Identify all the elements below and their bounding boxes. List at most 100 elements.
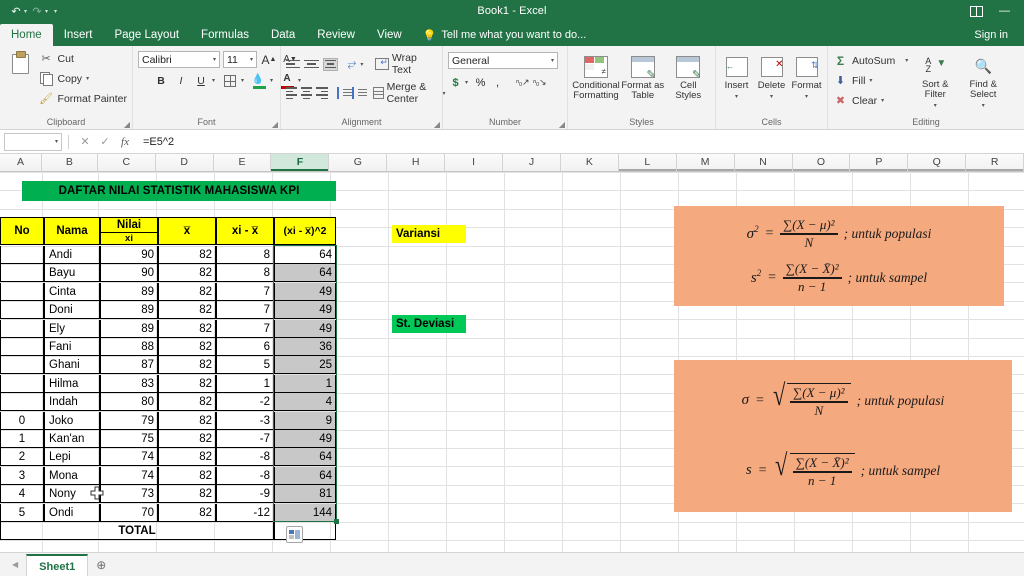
cell-nilai[interactable]: 75	[100, 430, 158, 449]
number-format-select[interactable]: General ▾	[448, 52, 558, 69]
cell-no[interactable]	[0, 264, 44, 283]
sheet-tab-sheet1[interactable]: Sheet1	[26, 553, 89, 576]
cell-nama[interactable]: Fani	[44, 338, 100, 357]
cell-nilai[interactable]: 80	[100, 393, 158, 412]
cell-sq[interactable]: 64	[274, 246, 336, 265]
cell-mean[interactable]: 82	[158, 356, 216, 375]
insert-cells-button[interactable]: Insert ▾	[721, 52, 752, 102]
tell-me-search[interactable]: 💡 Tell me what you want to do...	[413, 24, 587, 46]
cell-mean[interactable]: 82	[158, 301, 216, 320]
cell-sq[interactable]: 144	[274, 504, 336, 523]
column-header-M[interactable]: M	[676, 154, 735, 171]
cell-mean[interactable]: 82	[158, 504, 216, 523]
fill-color-caret-icon[interactable]: ▾	[270, 77, 273, 84]
align-center-icon[interactable]	[301, 87, 313, 100]
sheet-nav-arrows[interactable]: ◀	[4, 560, 26, 569]
align-right-icon[interactable]	[316, 87, 328, 100]
accounting-format-button[interactable]: $	[448, 74, 463, 91]
cell-dev[interactable]: -8	[216, 448, 274, 467]
name-box[interactable]: ▾	[4, 132, 62, 151]
table-header-nilai[interactable]: Nilai	[100, 217, 158, 233]
tab-home[interactable]: Home	[0, 24, 53, 46]
cell-nama[interactable]: Doni	[44, 301, 100, 320]
column-header-P[interactable]: P	[850, 154, 909, 171]
font-size-input[interactable]: 11 ▾	[223, 51, 257, 68]
quick-access-toolbar[interactable]: ↶ ▾ ↷ ▾ ▾	[0, 3, 57, 19]
cell-nilai[interactable]: 83	[100, 375, 158, 394]
add-sheet-icon[interactable]: ⊕	[88, 558, 114, 572]
cell-nilai[interactable]: 88	[100, 338, 158, 357]
cell-mean[interactable]: 82	[158, 430, 216, 449]
table-header-nama[interactable]: Nama	[44, 217, 100, 245]
find-select-button[interactable]: 🔍 Find & Select ▾	[962, 51, 1004, 111]
total-label-cell[interactable]: TOTAL	[0, 522, 274, 541]
redo-icon[interactable]: ↷	[29, 3, 45, 19]
cell-nama[interactable]: Bayu	[44, 264, 100, 283]
font-dialog-launcher-icon[interactable]: ◢	[272, 120, 278, 129]
copy-button[interactable]: Copy ▾	[39, 70, 127, 87]
table-header-sq[interactable]: (xi - x̅)^2	[274, 217, 336, 245]
cell-dev[interactable]: -7	[216, 430, 274, 449]
cell-nama[interactable]: Mona	[44, 467, 100, 486]
cell-dev[interactable]: 7	[216, 301, 274, 320]
tab-data[interactable]: Data	[260, 24, 306, 46]
cell-no[interactable]: 5	[0, 504, 44, 523]
tab-insert[interactable]: Insert	[53, 24, 104, 46]
cell-nama[interactable]: Joko	[44, 412, 100, 431]
cell-dev[interactable]: -8	[216, 467, 274, 486]
underline-caret-icon[interactable]: ▾	[212, 77, 215, 84]
borders-caret-icon[interactable]: ▾	[241, 77, 244, 84]
cell-mean[interactable]: 82	[158, 393, 216, 412]
cell-nilai[interactable]: 73	[100, 485, 158, 504]
cell-dev[interactable]: -2	[216, 393, 274, 412]
cell-nama[interactable]: Ely	[44, 320, 100, 339]
cell-sq[interactable]: 1	[274, 375, 336, 394]
cell-nilai[interactable]: 90	[100, 264, 158, 283]
cell-sq[interactable]: 64	[274, 467, 336, 486]
cell-sq[interactable]: 49	[274, 301, 336, 320]
cell-nama[interactable]: Nony	[44, 485, 100, 504]
cell-sq[interactable]: 64	[274, 264, 336, 283]
redo-dropdown-caret[interactable]: ▾	[45, 8, 48, 15]
cell-no[interactable]	[0, 301, 44, 320]
column-header-N[interactable]: N	[734, 154, 793, 171]
autosum-caret-icon[interactable]: ▾	[905, 57, 908, 64]
tab-page-layout[interactable]: Page Layout	[103, 24, 190, 46]
font-name-caret-icon[interactable]: ▾	[213, 56, 216, 63]
cell-dev[interactable]: 8	[216, 246, 274, 265]
undo-dropdown-caret[interactable]: ▾	[24, 8, 27, 15]
cell-dev[interactable]: -9	[216, 485, 274, 504]
cell-nilai[interactable]: 79	[100, 412, 158, 431]
cell-mean[interactable]: 82	[158, 485, 216, 504]
column-header-R[interactable]: R	[966, 154, 1024, 171]
cell-nilai[interactable]: 70	[100, 504, 158, 523]
cell-nama[interactable]: Hilma	[44, 375, 100, 394]
column-header-C[interactable]: C	[97, 154, 156, 171]
column-header-B[interactable]: B	[41, 154, 98, 171]
cell-sq[interactable]: 81	[274, 485, 336, 504]
table-subheader-xi[interactable]: xi	[100, 233, 158, 245]
cell-nama[interactable]: Ondi	[44, 504, 100, 523]
number-dialog-launcher-icon[interactable]: ◢	[559, 120, 565, 129]
cell-no[interactable]	[0, 338, 44, 357]
fill-color-button[interactable]: 💧	[250, 72, 268, 89]
fill-caret-icon[interactable]: ▾	[869, 77, 872, 84]
quick-analysis-button[interactable]	[286, 526, 303, 543]
column-header-H[interactable]: H	[387, 154, 446, 171]
sheet-nav-prev-icon[interactable]: ◀	[12, 560, 18, 569]
total-value-cell[interactable]	[274, 522, 336, 541]
orientation-caret-icon[interactable]: ▾	[360, 61, 363, 68]
font-size-caret-icon[interactable]: ▾	[250, 56, 253, 63]
number-format-caret-icon[interactable]: ▾	[551, 57, 554, 64]
copy-caret-icon[interactable]: ▾	[86, 75, 89, 82]
increase-decimal-icon[interactable]: ⁿ₀↗	[515, 74, 530, 91]
conditional-formatting-button[interactable]: ≠ Conditional Formatting	[572, 52, 620, 101]
align-bottom-icon[interactable]	[322, 57, 338, 71]
cell-dev[interactable]: 6	[216, 338, 274, 357]
cell-mean[interactable]: 82	[158, 246, 216, 265]
increase-font-size-button[interactable]: A ▲	[260, 51, 278, 68]
table-header-no[interactable]: No	[0, 217, 44, 245]
cell-mean[interactable]: 82	[158, 338, 216, 357]
wrap-text-button[interactable]: Wrap Text	[375, 52, 437, 76]
cell-nilai[interactable]: 89	[100, 301, 158, 320]
